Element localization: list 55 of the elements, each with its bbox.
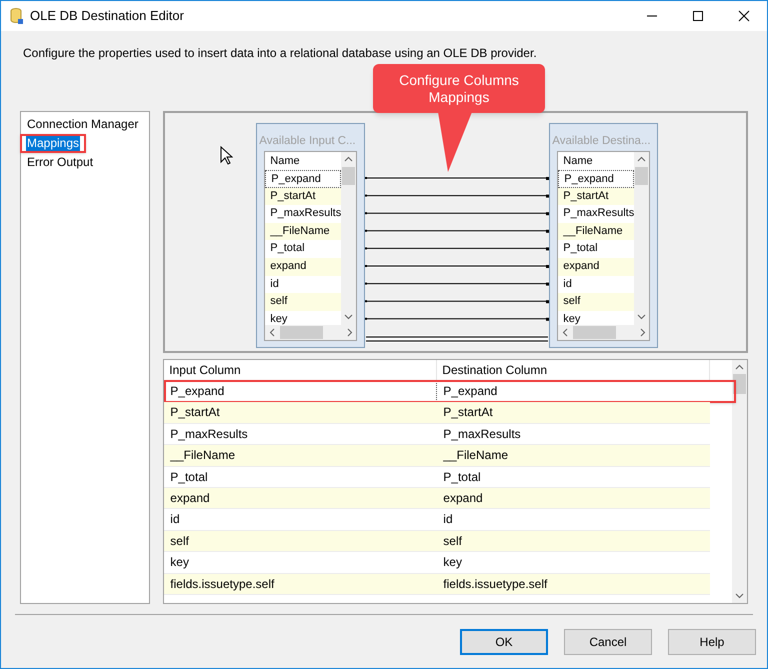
mapping-line[interactable] <box>365 212 550 216</box>
list-item[interactable]: P_expand <box>558 170 634 188</box>
table-cell: P_total <box>164 466 438 488</box>
table-cell: self <box>437 530 710 552</box>
dialog-button[interactable]: Cancel <box>564 629 652 655</box>
mapping-line[interactable] <box>365 247 550 250</box>
table-cell: self <box>164 530 438 552</box>
list-header: Name <box>269 154 301 169</box>
list-item[interactable]: P_expand <box>265 170 342 188</box>
vertical-scrollbar[interactable] <box>732 360 747 603</box>
mapping-line[interactable] <box>365 230 550 233</box>
scroll-thumb[interactable] <box>573 326 616 339</box>
list-item[interactable]: __FileName <box>558 222 634 240</box>
table-cell: expand <box>437 488 710 510</box>
list-item[interactable]: self <box>265 293 342 311</box>
table-cell: P_startAt <box>164 402 438 424</box>
dialog-button[interactable]: OK <box>460 629 548 655</box>
list-item[interactable]: P_startAt <box>558 188 634 206</box>
nav-item[interactable]: Error Output <box>26 155 94 170</box>
scroll-thumb[interactable] <box>280 326 324 339</box>
table-cell: fields.issuetype.self <box>164 574 438 595</box>
mapping-line[interactable] <box>365 300 550 304</box>
list-header: Name <box>562 154 594 169</box>
column-header[interactable]: Destination Column <box>437 360 710 380</box>
table-cell: expand <box>164 488 438 510</box>
nav-item[interactable]: Mappings <box>26 136 80 151</box>
list-item[interactable]: __FileName <box>265 222 342 240</box>
table-cell: P_startAt <box>437 402 710 424</box>
box-title: Available Input C... <box>258 134 357 149</box>
mapping-line[interactable] <box>365 318 550 321</box>
mapping-line[interactable] <box>365 194 550 198</box>
nav-item[interactable]: Connection Manager <box>26 117 140 132</box>
description-text: Configure the properties used to insert data into a relational database using an OLE DB provider. <box>23 46 537 60</box>
mapping-line[interactable] <box>365 177 550 180</box>
scroll-thumb[interactable] <box>342 167 356 185</box>
mapping-line[interactable] <box>365 265 550 268</box>
callout-text: Configure Columns Mappings <box>398 72 520 106</box>
table-cell: P_expand <box>164 381 438 402</box>
list-item[interactable]: expand <box>265 258 342 276</box>
column-header[interactable]: Input Column <box>164 360 438 380</box>
database-icon <box>10 8 23 24</box>
table-cell: __FileName <box>437 445 710 467</box>
table-cell: __FileName <box>164 445 438 467</box>
mapping-line[interactable] <box>366 336 549 342</box>
cursor-icon <box>220 146 234 165</box>
table-cell: P_total <box>437 466 710 488</box>
list-item[interactable]: expand <box>558 258 634 276</box>
scroll-thumb[interactable] <box>635 167 648 185</box>
list-item[interactable]: self <box>558 293 634 311</box>
table-cell: fields.issuetype.self <box>437 574 710 595</box>
list-item[interactable]: P_startAt <box>265 188 342 206</box>
box-title: Available Destina... <box>551 134 652 149</box>
window-title: OLE DB Destination Editor <box>30 7 184 26</box>
dialog-button[interactable]: Help <box>668 629 756 655</box>
mapping-line[interactable] <box>365 282 550 286</box>
